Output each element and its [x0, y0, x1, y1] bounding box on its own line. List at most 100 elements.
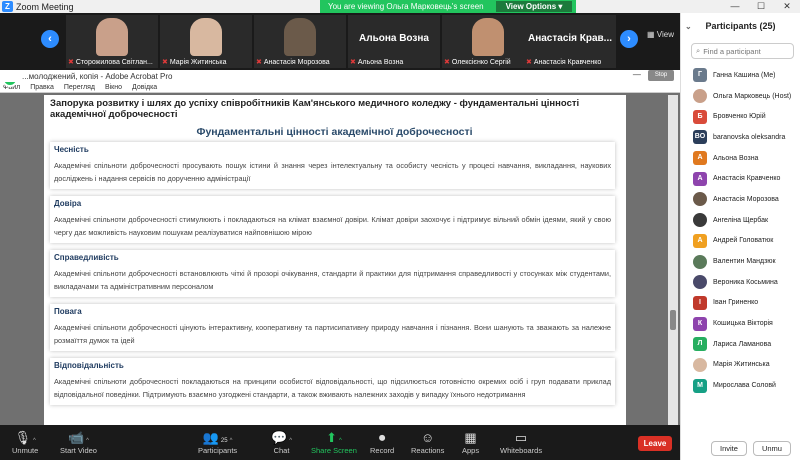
menu-edit[interactable]: Правка — [30, 84, 54, 91]
muted-mic-icon: ✖ — [444, 59, 450, 66]
reactions-button[interactable]: ☺ Reactions — [411, 429, 444, 455]
participant-name: baranovska oleksandra — [713, 133, 786, 141]
tile-name: Олексієнко Сергій — [451, 58, 511, 66]
record-button[interactable]: ⏺ Record — [370, 429, 394, 455]
document-subtitle: Фундаментальні цінності академічної добр… — [196, 126, 473, 138]
video-gallery-strip: ‹ ✖ Сторожилова Світлан... ✖ Марія Житинсь… — [0, 13, 680, 70]
share-screen-button[interactable]: ⬆ ^ Share Screen — [311, 429, 357, 455]
participant-row[interactable]: І Іван Гриненко — [681, 293, 800, 314]
value-card: Повага Академічні спільноти доброчесност… — [50, 304, 615, 351]
tile-name: Альона Возна — [357, 58, 404, 66]
start-video-button[interactable]: 📹 ^ Start Video — [60, 429, 97, 455]
chevron-up-icon[interactable]: ^ — [230, 438, 233, 444]
video-tile[interactable]: ✖ Сторожилова Світлан... — [66, 15, 158, 68]
participant-row[interactable]: Марія Житинська — [681, 355, 800, 376]
participants-icon: 👥 — [202, 430, 219, 445]
avatar — [693, 89, 707, 104]
participant-name: Бровченко Юрій — [713, 113, 766, 121]
close-icon[interactable]: ✕ — [774, 0, 800, 13]
participant-row[interactable]: Л Лариса Ламанова — [681, 334, 800, 355]
share-screen-label: Share Screen — [311, 446, 357, 455]
participant-row[interactable]: Ангеліна Щербак — [681, 210, 800, 231]
muted-mic-icon: ✖ — [526, 59, 532, 66]
video-tile[interactable]: Анастасія Крав... ✖ Анастасія Кравченко — [524, 15, 616, 68]
grid-icon: ▦ — [647, 30, 655, 39]
participant-name: Мирослава Соловй — [713, 382, 776, 390]
gallery-prev-icon[interactable]: ‹ — [41, 30, 59, 48]
chevron-up-icon[interactable]: ^ — [86, 438, 89, 444]
tile-big-name: Анастасія Крав... — [527, 33, 613, 44]
participants-button[interactable]: 👥 25 ^ Participants — [198, 429, 237, 455]
participant-row[interactable]: А Анастасія Кравченко — [681, 168, 800, 189]
video-tile[interactable]: ✖ Олексієнко Сергій — [442, 15, 534, 68]
avatar: А — [693, 233, 707, 248]
pdf-scrollbar[interactable] — [668, 95, 678, 425]
chat-icon: 💬 — [271, 430, 288, 445]
participants-footer: Invite Unmu — [681, 436, 800, 460]
avatar: А — [693, 171, 707, 186]
value-text: Академічні спільноти доброчесності покла… — [54, 377, 611, 399]
video-tile[interactable]: ✖ Анастасія Морозова — [254, 15, 346, 68]
video-off-icon: 📹 — [67, 430, 85, 445]
participant-row[interactable]: Б Бровченко Юрій — [681, 106, 800, 127]
whiteboards-button[interactable]: ▭ Whiteboards — [500, 429, 542, 455]
participant-row[interactable]: М Мирослава Соловй — [681, 375, 800, 396]
video-tile[interactable]: ✖ Марія Житинська — [160, 15, 252, 68]
leave-button[interactable]: Leave — [638, 436, 672, 451]
whiteboard-icon: ▭ — [514, 430, 528, 445]
value-heading: Відповідальність — [54, 361, 124, 370]
value-text: Академічні спільноти доброчесності ціную… — [54, 323, 611, 345]
participant-row[interactable]: А Альона Возна — [681, 148, 800, 169]
window-controls: — ☐ ✕ — [722, 0, 800, 13]
participant-row[interactable]: Вероника Косьмина — [681, 272, 800, 293]
chat-button[interactable]: 💬 ^ Chat — [271, 429, 292, 455]
unmute-button[interactable]: 🎙 ^ Unmute — [12, 429, 38, 455]
acrobat-title: ...молоджений, копія - Adobe Acrobat Pro — [22, 71, 173, 81]
apps-button[interactable]: ▦ Apps — [462, 429, 479, 455]
chevron-up-icon[interactable]: ^ — [339, 438, 342, 444]
acrobat-titlebar: ...молоджений, копія - Adobe Acrobat Pro… — [0, 70, 680, 82]
share-banner-text: You are viewing Ольга Марковець's screen — [328, 2, 484, 11]
chevron-up-icon[interactable]: ^ — [33, 438, 36, 444]
share-screen-icon: ⬆ — [326, 430, 337, 445]
participant-row[interactable]: Валентин Мандзюк — [681, 251, 800, 272]
tile-name: Марія Житинська — [169, 58, 227, 66]
participant-name: Валентин Мандзюк — [713, 258, 776, 266]
participant-name: Іван Гриненко — [713, 299, 759, 307]
gallery-next-icon[interactable]: › — [620, 30, 638, 48]
participant-row[interactable]: Г Ганна Кашина (Me) — [681, 65, 800, 86]
record-label: Record — [370, 446, 395, 455]
view-button[interactable]: ▦ View — [647, 30, 674, 39]
menu-help[interactable]: Довідка — [132, 84, 157, 91]
participant-name: Альона Возна — [713, 154, 759, 162]
participant-row[interactable]: BO baranovska oleksandra — [681, 127, 800, 148]
participant-row[interactable]: А Андрей Головатюк — [681, 231, 800, 252]
collapse-chevron-icon[interactable]: ⌄ — [685, 22, 692, 31]
value-text: Академічні спільноти доброчесності стиму… — [54, 215, 611, 237]
scrollbar-thumb[interactable] — [670, 310, 676, 330]
participant-row[interactable]: Ольга Марковець (Host) — [681, 86, 800, 107]
participant-row[interactable]: К Кошицька Вікторія — [681, 313, 800, 334]
chevron-up-icon[interactable]: ^ — [289, 438, 292, 444]
participant-row[interactable]: Анастасія Морозова — [681, 189, 800, 210]
avatar: Л — [693, 337, 707, 352]
invite-button[interactable]: Invite — [711, 440, 747, 456]
minimize-icon[interactable]: — — [722, 0, 748, 13]
muted-mic-icon: ✖ — [68, 59, 74, 66]
avatar — [693, 254, 707, 269]
view-options-button[interactable]: View Options ▾ — [495, 1, 573, 12]
video-tile[interactable]: Альона Возна ✖ Альона Возна — [348, 15, 440, 68]
maximize-icon[interactable]: ☐ — [748, 0, 774, 13]
avatar: І — [693, 295, 707, 310]
menu-window[interactable]: Вікно — [105, 84, 122, 91]
window-title: Zoom Meeting — [16, 1, 74, 12]
meeting-toolbar: 🎙 ^ Unmute 📹 ^ Start Video 👥 25 ^ Participan… — [0, 425, 680, 460]
stop-share-button[interactable]: Stop Sh... — [648, 70, 674, 89]
search-input[interactable] — [703, 46, 794, 56]
view-label: View — [656, 30, 674, 39]
participant-search[interactable]: ⌕ — [691, 43, 794, 59]
menu-view[interactable]: Перегляд — [64, 84, 95, 91]
participant-video — [190, 18, 222, 56]
unmute-me-button[interactable]: Unmu — [752, 440, 791, 456]
participant-video — [96, 18, 128, 56]
